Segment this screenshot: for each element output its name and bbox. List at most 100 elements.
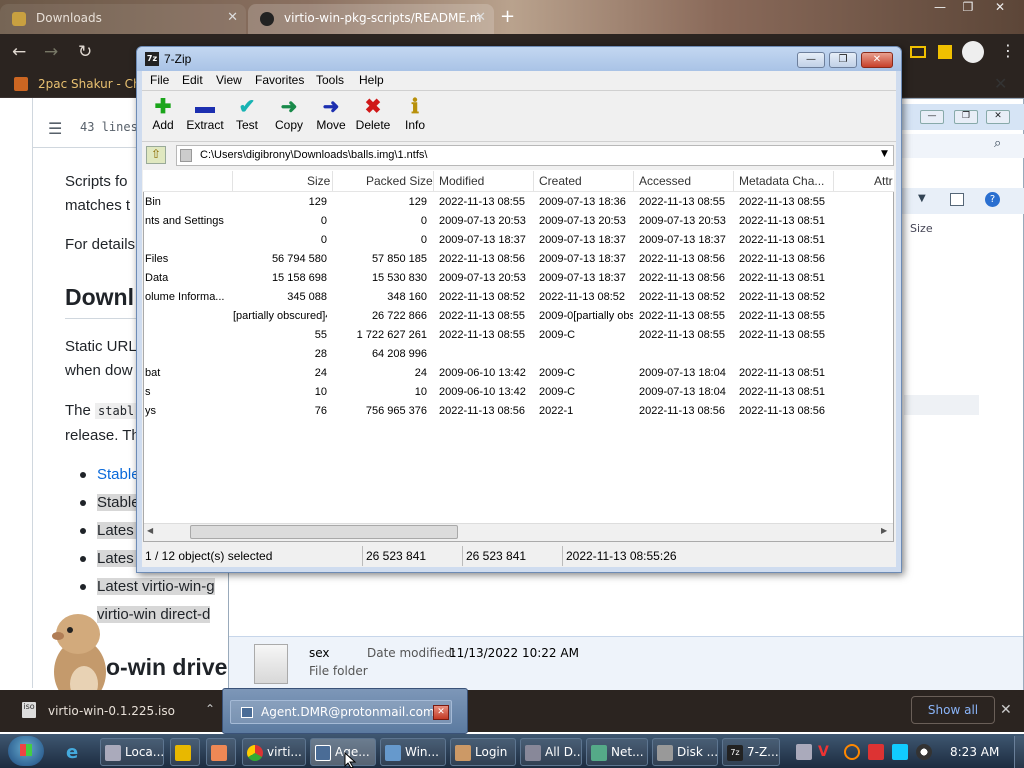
column-packed-size[interactable]: Packed Size	[366, 174, 433, 188]
explorer-close-button[interactable]: ✕	[986, 110, 1010, 124]
explorer-maximize-button[interactable]: ❐	[954, 110, 978, 124]
taskbar-label: virti...	[267, 745, 302, 759]
test-button[interactable]: ✔ Test	[226, 96, 268, 138]
close-preview-icon[interactable]: ✕	[433, 705, 449, 720]
download-filename[interactable]: virtio-win-0.1.225.iso	[48, 704, 175, 718]
show-desktop-button[interactable]	[1014, 736, 1024, 768]
reload-icon[interactable]: ↻	[78, 42, 92, 62]
add-button[interactable]: ✚ Add	[142, 96, 184, 138]
menu-view[interactable]: View	[216, 73, 242, 87]
tray-display-icon[interactable]	[892, 744, 908, 760]
help-icon[interactable]: ?	[985, 192, 1000, 207]
column-modified[interactable]: Modified	[439, 174, 484, 188]
preview-title[interactable]: Agent.DMR@protonmail.com	[261, 705, 435, 719]
taskbar-item-app[interactable]	[206, 738, 236, 766]
menu-favorites[interactable]: Favorites	[255, 73, 304, 87]
outline-icon[interactable]: ☰	[48, 119, 62, 138]
delete-button[interactable]: ✖ Delete	[352, 96, 394, 138]
minimize-button[interactable]: —	[797, 52, 825, 68]
close-tab-icon[interactable]: ✕	[475, 10, 486, 25]
tray-app-icon[interactable]	[796, 744, 812, 760]
taskbar-item-chrome[interactable]: virti...	[242, 738, 306, 766]
column-size[interactable]: Size	[307, 174, 330, 188]
chevron-up-icon[interactable]: ⌃	[205, 702, 215, 716]
list-item[interactable]: Lates	[97, 550, 138, 567]
close-button[interactable]: ✕	[861, 52, 893, 68]
scroll-left-icon[interactable]: ◀	[147, 526, 153, 535]
taskbar-item-media[interactable]	[170, 738, 200, 766]
taskbar-item-win[interactable]: Win...	[380, 738, 446, 766]
tray-v-icon[interactable]: V	[818, 744, 834, 760]
7zip-titlebar[interactable]	[137, 47, 901, 71]
clock[interactable]: 8:23 AM	[950, 745, 999, 759]
cell-name: s	[145, 386, 151, 398]
show-all-button[interactable]: Show all	[911, 696, 995, 724]
cell-accessed: 2009-07-13 18:04	[639, 386, 726, 398]
list-item[interactable]: Latest virtio-win-g	[97, 578, 215, 595]
maximize-button[interactable]: ❐	[829, 52, 857, 68]
app-icon	[525, 745, 541, 761]
preview-pane-icon[interactable]	[950, 193, 964, 206]
column-metadata-changed[interactable]: Metadata Cha...	[739, 174, 824, 188]
extension-icon[interactable]	[910, 46, 926, 58]
close-window-button[interactable]: ✕	[986, 0, 1014, 20]
list-item[interactable]: Lates	[97, 522, 138, 539]
menu-tools[interactable]: Tools	[316, 73, 344, 87]
tab-label: virtio-win-pkg-scripts/README.m	[284, 11, 482, 25]
cell-name: nts and Settings	[145, 215, 224, 227]
tab-downloads[interactable]: Downloads ✕	[0, 4, 246, 34]
disk-image-icon	[180, 149, 192, 162]
cell-packed: 10	[414, 386, 427, 398]
up-folder-icon[interactable]: ⇧	[146, 146, 166, 164]
extract-button[interactable]: ▬ Extract	[184, 96, 226, 138]
new-tab-button[interactable]: +	[500, 6, 515, 27]
tab-readme[interactable]: virtio-win-pkg-scripts/README.m ✕	[248, 4, 494, 34]
cell-accessed: 2022-11-13 08:56	[639, 253, 726, 265]
close-download-bar-icon[interactable]: ✕	[1000, 702, 1012, 718]
cell-created: 2009-C	[539, 367, 576, 379]
taskbar-item-agent[interactable]: Age...	[310, 738, 376, 766]
stable-link[interactable]: Stable	[97, 466, 140, 483]
menu-edit[interactable]: Edit	[182, 73, 203, 87]
tray-search-icon[interactable]	[844, 744, 860, 760]
close-icon[interactable]: ✕	[994, 74, 1007, 93]
taskbar-label: Net...	[611, 745, 644, 759]
forward-icon[interactable]: →	[44, 42, 58, 62]
ie-icon[interactable]: e	[66, 742, 86, 763]
taskbar-item-all[interactable]: All D...	[520, 738, 582, 766]
taskbar-item-disk[interactable]: Disk ...	[652, 738, 718, 766]
cell-packed: 15 530 830	[371, 272, 427, 284]
explorer-minimize-button[interactable]: —	[920, 110, 944, 124]
move-button[interactable]: ➜ Move	[310, 96, 352, 138]
chevron-down-icon[interactable]: ▼	[881, 149, 888, 159]
menu-help[interactable]: Help	[359, 73, 384, 87]
cell-modified: 2009-06-10 13:42	[439, 367, 526, 379]
path-text[interactable]: C:\Users\digibrony\Downloads\balls.img\1…	[200, 149, 427, 161]
column-attributes[interactable]: Attr	[874, 174, 894, 188]
search-icon[interactable]: ⌕	[994, 136, 1001, 151]
taskbar-item-local[interactable]: Loca...	[100, 738, 164, 766]
scroll-right-icon[interactable]: ▶	[881, 526, 887, 535]
profile-avatar[interactable]	[962, 41, 984, 63]
info-button[interactable]: ℹ Info	[394, 96, 436, 138]
back-icon[interactable]: ←	[12, 42, 26, 62]
menu-file[interactable]: File	[150, 73, 169, 87]
column-created[interactable]: Created	[539, 174, 582, 188]
tray-flag-icon[interactable]	[868, 744, 884, 760]
explorer-search-bar[interactable]	[895, 134, 1024, 158]
taskbar-item-login[interactable]: Login	[450, 738, 516, 766]
view-dropdown-icon[interactable]: ▼	[918, 193, 926, 204]
taskbar-item-net[interactable]: Net...	[586, 738, 648, 766]
scrollbar-thumb[interactable]	[190, 525, 458, 539]
tray-volume-icon[interactable]	[916, 744, 932, 760]
minimize-button[interactable]: —	[926, 0, 954, 20]
size-column-header[interactable]: Size	[910, 222, 933, 235]
sidebar-icon[interactable]	[938, 45, 952, 59]
taskbar-item-7zip[interactable]: 7z 7-Z...	[722, 738, 780, 766]
menu-icon[interactable]: ⋮	[1000, 41, 1016, 60]
close-tab-icon[interactable]: ✕	[227, 10, 238, 25]
copy-button[interactable]: ➜ Copy	[268, 96, 310, 138]
restore-button[interactable]: ❐	[954, 0, 982, 20]
column-accessed[interactable]: Accessed	[639, 174, 691, 188]
cell-accessed: 2022-11-13 08:56	[639, 405, 726, 417]
